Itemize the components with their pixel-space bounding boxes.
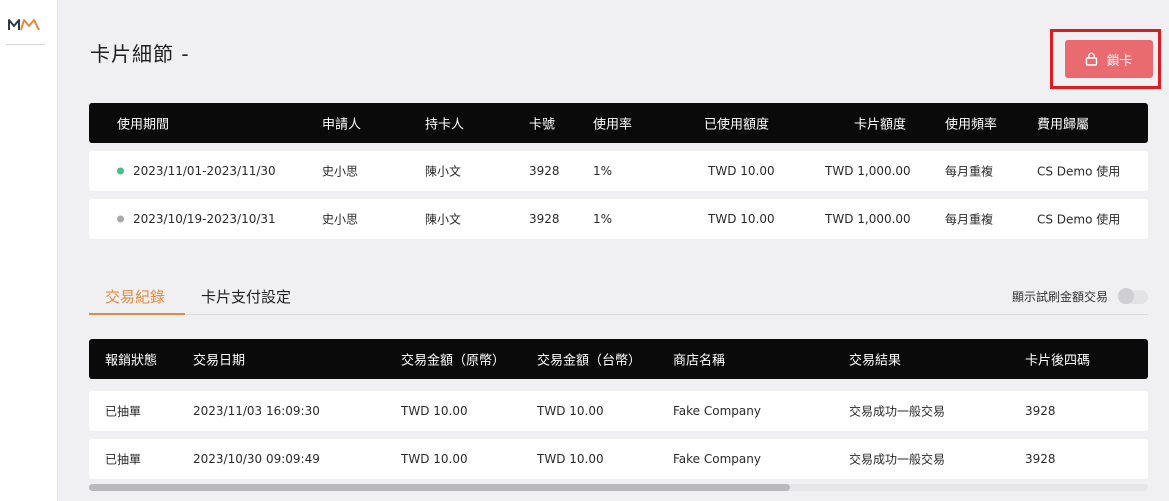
cell-holder: 陳小文 (425, 164, 462, 179)
cell-merchant: Fake Company (673, 404, 761, 418)
tab-transactions[interactable]: 交易紀錄 (105, 286, 165, 307)
active-tab-indicator (89, 313, 185, 315)
table-row[interactable]: 2023/11/01-2023/11/30 史小思 陳小文 3928 1% TW… (89, 151, 1148, 191)
show-test-transactions-toggle[interactable] (1118, 287, 1148, 304)
cell-card-last-four: 3928 (1025, 404, 1056, 418)
col-card-last-four: 卡片後四碼 (1025, 353, 1091, 369)
table-row[interactable]: 2023/10/19-2023/10/31 史小思 陳小文 3928 1% TW… (89, 199, 1148, 239)
col-frequency: 使用頻率 (945, 117, 998, 133)
page-title: 卡片細節 - (90, 42, 190, 66)
card-period-table: 使用期間 申請人 持卡人 卡號 使用率 已使用額度 卡片額度 使用頻率 費用歸屬… (89, 103, 1148, 239)
cell-usage-rate: 1% (593, 212, 613, 226)
app-logo[interactable] (7, 14, 43, 34)
cell-period: 2023/10/19-2023/10/31 (133, 212, 276, 226)
table-header: 使用期間 申請人 持卡人 卡號 使用率 已使用額度 卡片額度 使用頻率 費用歸屬 (89, 103, 1148, 143)
transactions-table: 報銷狀態 交易日期 交易金額（原幣） 交易金額（台幣） 商店名稱 交易結果 卡片… (89, 339, 1148, 479)
cell-transaction-date: 2023/10/30 09:09:49 (193, 452, 320, 466)
col-reimburse-status: 報銷狀態 (105, 353, 158, 369)
table-row[interactable]: 已抽單 2023/10/30 09:09:49 TWD 10.00 TWD 10… (89, 439, 1148, 479)
cell-used-amount: TWD 10.00 (708, 212, 775, 226)
col-period: 使用期間 (117, 117, 170, 133)
sidebar (0, 0, 58, 501)
cell-amount-original: TWD 10.00 (401, 452, 468, 466)
lock-card-label: 鎖卡 (1106, 53, 1133, 69)
cell-applicant: 史小思 (322, 212, 359, 227)
table-header: 報銷狀態 交易日期 交易金額（原幣） 交易金額（台幣） 商店名稱 交易結果 卡片… (89, 339, 1148, 379)
cell-result: 交易成功一般交易 (849, 452, 946, 467)
cell-result: 交易成功一般交易 (849, 404, 946, 419)
cell-frequency: 每月重複 (945, 164, 994, 179)
cell-holder: 陳小文 (425, 212, 462, 227)
col-amount-twd: 交易金額（台幣） (537, 353, 642, 369)
cell-card-number: 3928 (529, 212, 560, 226)
lock-icon (1086, 52, 1098, 66)
cell-card-number: 3928 (529, 164, 560, 178)
col-amount-original: 交易金額（原幣） (401, 353, 506, 369)
cell-period: 2023/11/01-2023/11/30 (133, 164, 276, 178)
cell-reimburse-status: 已抽單 (105, 452, 142, 467)
col-holder: 持卡人 (425, 117, 465, 133)
lock-card-button[interactable]: 鎖卡 (1065, 40, 1153, 78)
cell-frequency: 每月重複 (945, 212, 994, 227)
sidebar-divider (6, 44, 45, 45)
cell-applicant: 史小思 (322, 164, 359, 179)
cell-usage-rate: 1% (593, 164, 613, 178)
col-merchant: 商店名稱 (673, 353, 726, 369)
col-used-amount: 已使用額度 (704, 117, 770, 133)
cell-expense-owner: CS Demo 使用 (1037, 212, 1121, 227)
col-usage-rate: 使用率 (593, 117, 633, 133)
toggle-knob (1118, 287, 1134, 304)
col-card-number: 卡號 (529, 117, 556, 133)
main-content: 卡片細節 - 鎖卡 使用期間 申請人 持卡人 卡號 使用率 已使用額度 卡片額度… (58, 0, 1169, 501)
col-applicant: 申請人 (322, 117, 362, 133)
cell-card-limit: TWD 1,000.00 (825, 164, 911, 178)
cell-transaction-date: 2023/11/03 16:09:30 (193, 404, 320, 418)
toggle-label: 顯示試刷金額交易 (1011, 290, 1108, 304)
col-result: 交易結果 (849, 353, 902, 369)
cell-merchant: Fake Company (673, 452, 761, 466)
active-status-dot (117, 167, 124, 175)
table-row[interactable]: 已抽單 2023/11/03 16:09:30 TWD 10.00 TWD 10… (89, 391, 1148, 431)
cell-amount-twd: TWD 10.00 (537, 404, 604, 418)
cell-used-amount: TWD 10.00 (708, 164, 775, 178)
horizontal-scrollbar[interactable] (89, 484, 1148, 491)
tabs-bar: 交易紀錄 卡片支付設定 顯示試刷金額交易 (89, 282, 1148, 315)
scrollbar-thumb[interactable] (89, 484, 790, 491)
col-card-limit: 卡片額度 (854, 117, 907, 133)
cell-card-limit: TWD 1,000.00 (825, 212, 911, 226)
test-transaction-toggle-group: 顯示試刷金額交易 (1011, 287, 1148, 305)
col-expense-owner: 費用歸屬 (1037, 117, 1090, 133)
cell-amount-original: TWD 10.00 (401, 404, 468, 418)
cell-reimburse-status: 已抽單 (105, 404, 142, 419)
tab-card-payment-settings[interactable]: 卡片支付設定 (201, 286, 291, 307)
inactive-status-dot (117, 215, 124, 223)
cell-card-last-four: 3928 (1025, 452, 1056, 466)
cell-expense-owner: CS Demo 使用 (1037, 164, 1121, 179)
col-transaction-date: 交易日期 (193, 353, 246, 369)
cell-amount-twd: TWD 10.00 (537, 452, 604, 466)
